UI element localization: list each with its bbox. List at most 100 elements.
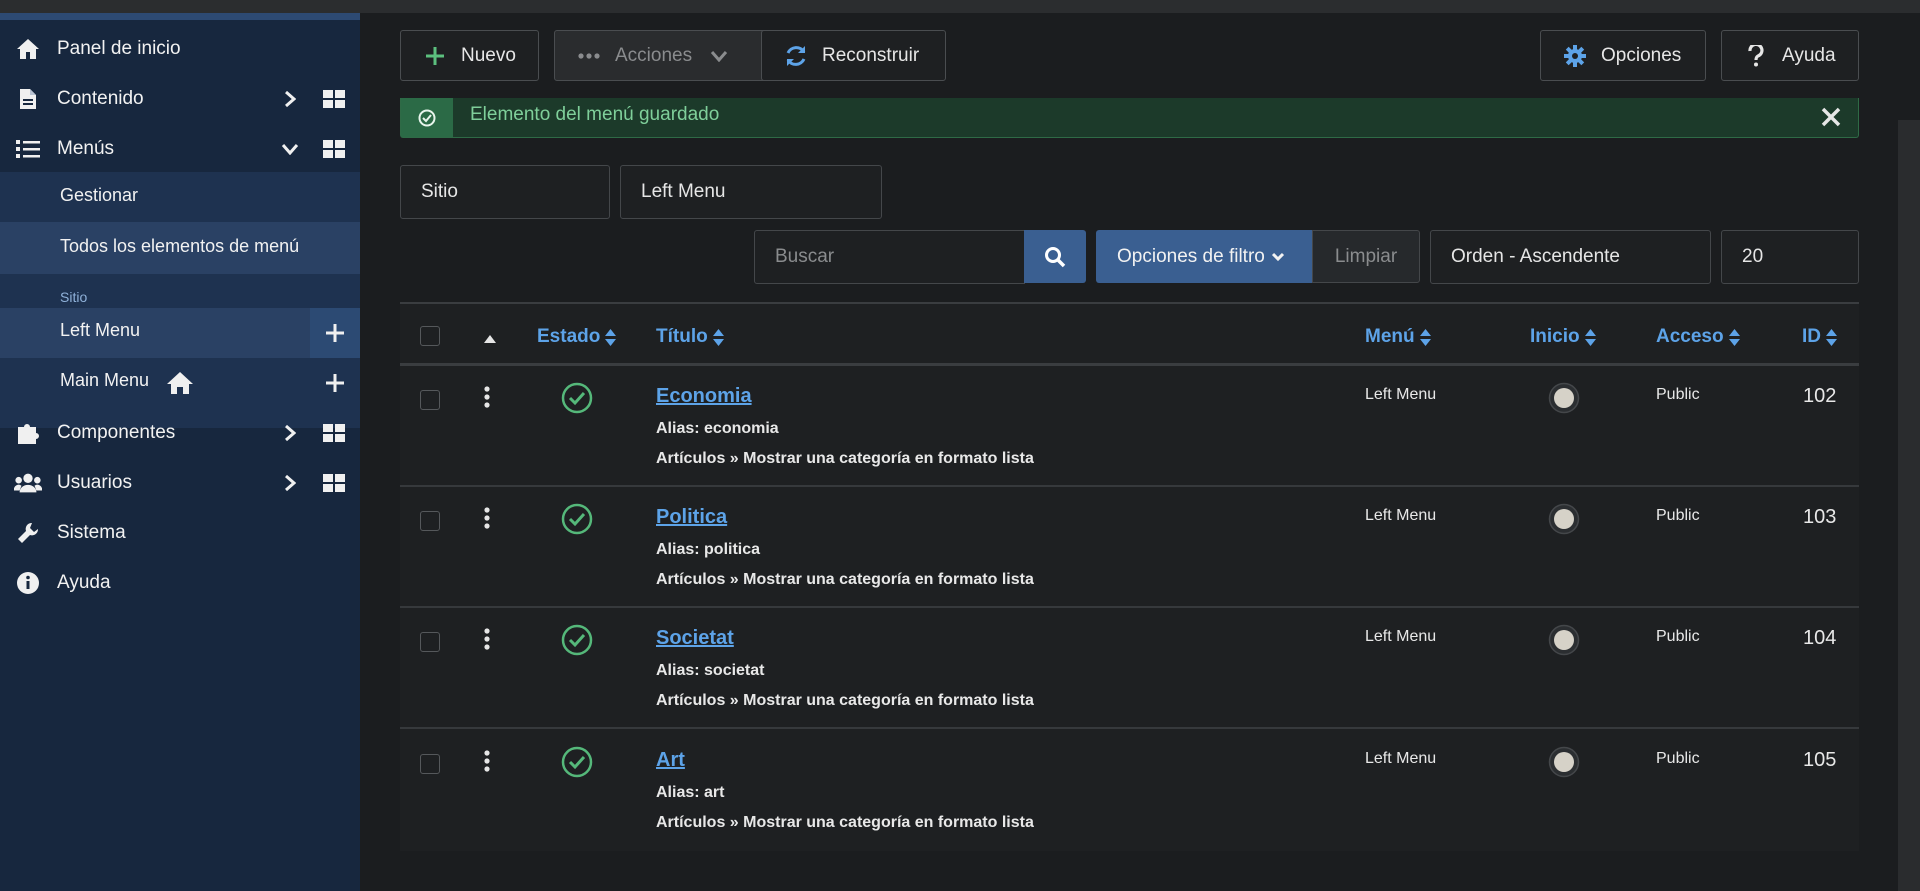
sidebar-item-label: Contenido bbox=[57, 88, 144, 109]
home-icon bbox=[166, 371, 194, 395]
item-type: Artículos » Mostrar una categoría en for… bbox=[656, 814, 1034, 831]
clear-button[interactable]: Limpiar bbox=[1312, 230, 1420, 283]
client-select[interactable]: Sitio bbox=[400, 165, 610, 219]
published-check-icon[interactable] bbox=[561, 746, 593, 778]
sidebar-subitem-left-menu[interactable]: Left Menu bbox=[0, 308, 360, 358]
chevron-right-icon[interactable] bbox=[278, 87, 302, 111]
sidebar-item-components[interactable]: Componentes bbox=[0, 408, 360, 458]
row-checkbox[interactable] bbox=[420, 390, 440, 410]
page-scrollbar[interactable] bbox=[1898, 120, 1920, 891]
select-all-checkbox[interactable] bbox=[420, 326, 440, 346]
item-id: 105 bbox=[1803, 749, 1837, 771]
sort-icon bbox=[1728, 328, 1740, 346]
default-home-toggle-icon[interactable] bbox=[1548, 503, 1580, 535]
header-menu[interactable]: Menú bbox=[1365, 326, 1431, 348]
sidebar-subitem-label: Left Menu bbox=[60, 320, 141, 340]
item-alias: Alias: art bbox=[656, 784, 725, 801]
item-title-link[interactable]: Politica bbox=[656, 506, 727, 529]
client-select-value: Sitio bbox=[421, 181, 458, 202]
add-item-button[interactable] bbox=[310, 308, 360, 358]
menu-items-table: Estado Título Menú Inicio Acceso ID Econ… bbox=[400, 302, 1859, 851]
chevron-right-icon[interactable] bbox=[278, 421, 302, 445]
menu-select-value: Left Menu bbox=[641, 181, 726, 202]
sort-up-icon[interactable] bbox=[484, 330, 496, 343]
chevron-right-icon[interactable] bbox=[278, 471, 302, 495]
close-icon[interactable] bbox=[1820, 106, 1842, 128]
actions-dropdown[interactable]: Acciones bbox=[554, 30, 780, 81]
help-button[interactable]: Ayuda bbox=[1721, 30, 1859, 81]
dashboard-icon[interactable] bbox=[322, 471, 346, 495]
item-access: Public bbox=[1656, 386, 1700, 403]
item-access: Public bbox=[1656, 628, 1700, 645]
item-access: Public bbox=[1656, 750, 1700, 767]
chevron-down-icon bbox=[710, 50, 728, 62]
filter-options-button[interactable]: Opciones de filtro bbox=[1096, 230, 1312, 283]
header-id-label: ID bbox=[1802, 326, 1821, 347]
header-status[interactable]: Estado bbox=[537, 326, 617, 348]
rebuild-button[interactable]: Reconstruir bbox=[761, 30, 946, 81]
sidebar-item-dashboard[interactable]: Panel de inicio bbox=[0, 24, 360, 74]
options-button[interactable]: Opciones bbox=[1540, 30, 1706, 81]
kebab-menu-icon[interactable] bbox=[483, 628, 491, 650]
published-check-icon[interactable] bbox=[561, 382, 593, 414]
dashboard-icon[interactable] bbox=[322, 137, 346, 161]
clear-label: Limpiar bbox=[1334, 245, 1398, 267]
limit-select[interactable]: 20 bbox=[1721, 230, 1859, 284]
kebab-menu-icon[interactable] bbox=[483, 507, 491, 529]
item-alias: Alias: economia bbox=[656, 420, 779, 437]
header-access[interactable]: Acceso bbox=[1656, 326, 1740, 348]
item-menu: Left Menu bbox=[1365, 386, 1437, 403]
new-button[interactable]: Nuevo bbox=[400, 30, 539, 81]
published-check-icon[interactable] bbox=[561, 624, 593, 656]
item-id: 103 bbox=[1803, 506, 1837, 528]
kebab-menu-icon[interactable] bbox=[483, 386, 491, 408]
search-input[interactable]: Buscar bbox=[754, 230, 1025, 284]
header-home-label: Inicio bbox=[1530, 326, 1580, 347]
sidebar-item-help[interactable]: Ayuda bbox=[0, 558, 360, 608]
dashboard-icon[interactable] bbox=[322, 87, 346, 111]
item-type: Artículos » Mostrar una categoría en for… bbox=[656, 692, 1034, 709]
item-menu: Left Menu bbox=[1365, 507, 1437, 524]
item-title-link[interactable]: Societat bbox=[656, 627, 734, 650]
new-button-label: Nuevo bbox=[461, 44, 516, 66]
ordering-select[interactable]: Orden - Ascendente bbox=[1430, 230, 1711, 284]
kebab-menu-icon[interactable] bbox=[483, 750, 491, 772]
default-home-toggle-icon[interactable] bbox=[1548, 746, 1580, 778]
actions-label: Acciones bbox=[615, 44, 693, 66]
item-title-link[interactable]: Art bbox=[656, 749, 685, 772]
puzzle-icon bbox=[14, 419, 42, 447]
sidebar-subitem-all-items[interactable]: Todos los elementos de menú bbox=[0, 222, 360, 274]
search-button[interactable] bbox=[1024, 230, 1086, 283]
sidebar-item-users[interactable]: Usuarios bbox=[0, 458, 360, 508]
chevron-down-icon[interactable] bbox=[278, 137, 302, 161]
header-status-label: Estado bbox=[537, 326, 601, 347]
row-checkbox[interactable] bbox=[420, 632, 440, 652]
menu-select[interactable]: Left Menu bbox=[620, 165, 882, 219]
row-checkbox[interactable] bbox=[420, 511, 440, 531]
sidebar-subitem-main-menu[interactable]: Main Menu bbox=[0, 358, 360, 408]
default-home-toggle-icon[interactable] bbox=[1548, 624, 1580, 656]
sidebar-item-content[interactable]: Contenido bbox=[0, 74, 360, 124]
search-icon bbox=[1044, 246, 1066, 268]
sidebar-item-system[interactable]: Sistema bbox=[0, 508, 360, 558]
item-id: 104 bbox=[1803, 627, 1837, 649]
published-check-icon[interactable] bbox=[561, 503, 593, 535]
header-title[interactable]: Título bbox=[656, 326, 724, 348]
sidebar-item-label: Usuarios bbox=[57, 472, 132, 493]
item-alias: Alias: societat bbox=[656, 662, 765, 679]
header-home[interactable]: Inicio bbox=[1530, 326, 1596, 348]
sidebar-item-menus[interactable]: Menús bbox=[0, 124, 360, 174]
item-access: Public bbox=[1656, 507, 1700, 524]
item-title-link[interactable]: Economia bbox=[656, 385, 752, 408]
sidebar-subitem-manage[interactable]: Gestionar bbox=[0, 172, 360, 222]
default-home-toggle-icon[interactable] bbox=[1548, 382, 1580, 414]
header-id[interactable]: ID bbox=[1802, 326, 1837, 348]
sort-icon bbox=[1419, 328, 1431, 346]
row-checkbox[interactable] bbox=[420, 754, 440, 774]
add-item-button[interactable] bbox=[310, 358, 360, 408]
sort-icon bbox=[605, 328, 617, 346]
sidebar-subitem-label: Gestionar bbox=[60, 185, 139, 205]
sidebar-top-accent bbox=[0, 13, 360, 20]
dashboard-icon[interactable] bbox=[322, 421, 346, 445]
sidebar-subitem-label: Main Menu bbox=[60, 370, 150, 390]
